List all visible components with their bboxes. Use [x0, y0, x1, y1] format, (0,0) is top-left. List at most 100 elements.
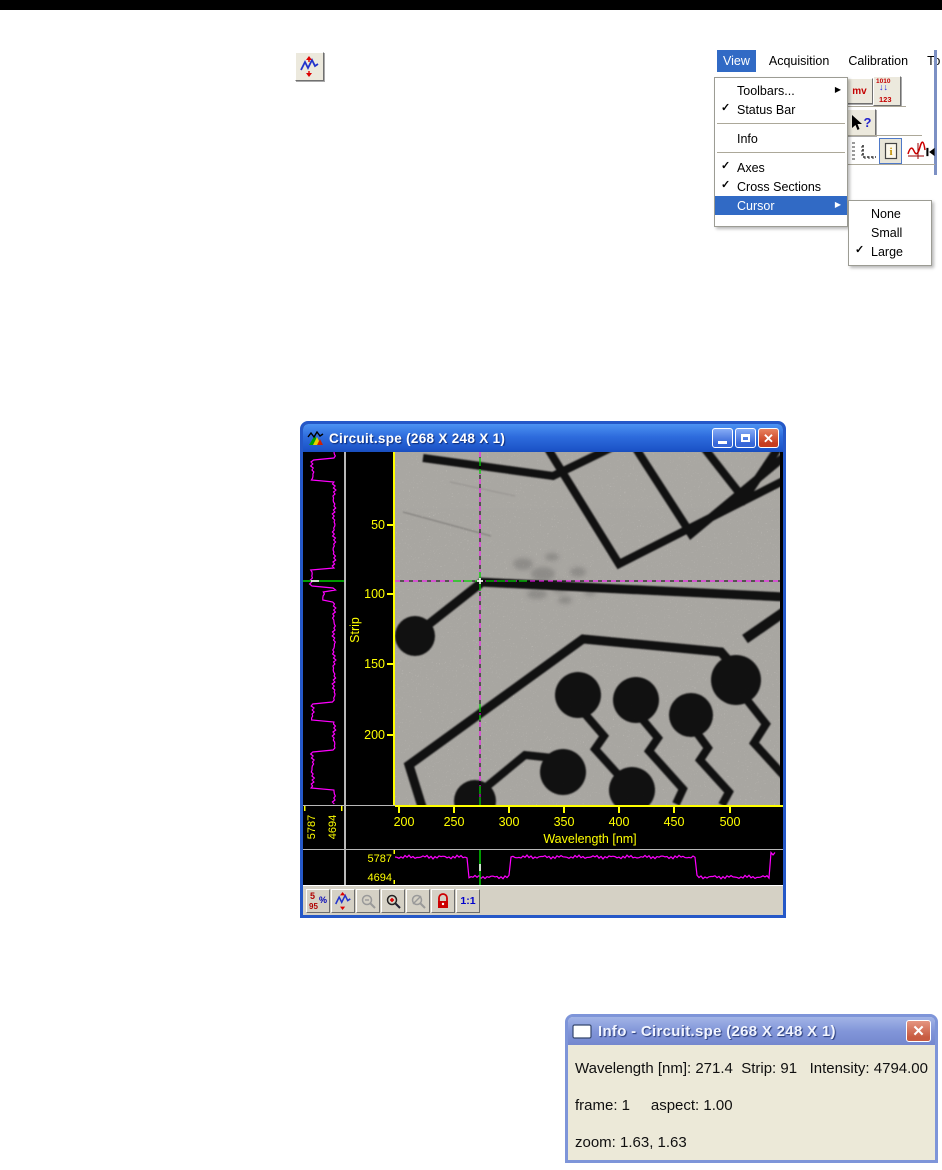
lock-icon — [438, 892, 448, 908]
menu-item-cross-sections[interactable]: ✓ Cross Sections — [715, 177, 847, 196]
menu-item-info[interactable]: Info — [715, 129, 847, 148]
circuit-window-title: Circuit.spe (268 X 248 X 1) — [329, 430, 506, 446]
zoom-out-button[interactable] — [356, 889, 380, 913]
minimize-button[interactable] — [712, 428, 733, 448]
menu-view[interactable]: View — [717, 50, 756, 72]
context-help-button[interactable]: ? — [846, 109, 876, 136]
media-begin-icon — [926, 147, 935, 156]
one-to-one-button[interactable]: 1:1 — [456, 889, 480, 913]
x-tick-250: 250 — [444, 815, 465, 829]
axes-toggle-button[interactable] — [857, 140, 879, 163]
info-body: Wavelength [nm]: 271.4 Strip: 91 Intensi… — [568, 1045, 935, 1160]
info-toggle-button[interactable]: i — [879, 138, 902, 164]
v-profile-max-label: 5787 — [306, 815, 318, 839]
menu-tools-clipped[interactable]: To — [921, 50, 942, 72]
cross-sections-icon — [300, 56, 319, 77]
menu-separator — [717, 123, 845, 125]
submenu-item-large[interactable]: ✓ Large — [849, 242, 931, 261]
y-tick-50: 50 — [371, 518, 385, 532]
cursor-submenu: None Small ✓ Large — [848, 200, 932, 266]
convert-bottom-label: 123 — [879, 95, 892, 104]
circuit-window-content: 50 100 150 200 Strip 5787 4694 200 250 3… — [303, 452, 783, 915]
menu-item-toolbars[interactable]: Toolbars... ▶ — [715, 81, 847, 100]
info-window-title: Info - Circuit.spe (268 X 248 X 1) — [598, 1022, 836, 1040]
pct-sign-label: % — [318, 895, 327, 905]
circuit-titlebar[interactable]: Circuit.spe (268 X 248 X 1) ✕ — [303, 424, 783, 452]
info-line-readout: Wavelength [nm]: 271.4 Strip: 91 Intensi… — [575, 1060, 928, 1077]
submenu-item-none-label: None — [871, 206, 901, 221]
menu-item-cross-sections-label: Cross Sections — [737, 179, 822, 194]
info-close-button[interactable]: ✕ — [906, 1020, 931, 1042]
image-canvas[interactable] — [395, 452, 780, 805]
info-line-frame-aspect: frame: 1 aspect: 1.00 — [575, 1097, 733, 1114]
x-tick-300: 300 — [499, 815, 520, 829]
x-tick-350: 350 — [554, 815, 575, 829]
circuit-window: Circuit.spe (268 X 248 X 1) ✕ 50 100 150… — [300, 421, 786, 918]
v-profile-cursor-gap — [311, 580, 319, 582]
x-tick-500: 500 — [720, 815, 741, 829]
v-profile-curve — [308, 452, 337, 805]
view-dropdown-menu: Toolbars... ▶ ✓ Status Bar Info ✓ Axes ✓… — [714, 77, 848, 227]
menu-item-cursor[interactable]: Cursor ▶ — [715, 196, 847, 215]
x-tick-200: 200 — [394, 815, 415, 829]
submenu-item-small-label: Small — [871, 225, 903, 240]
h-profile-curve — [394, 850, 776, 880]
x-axis-panel: 5787 4694 200 250 300 350 400 450 500 Wa… — [303, 805, 783, 846]
menu-item-toolbars-label: Toolbars... — [737, 83, 795, 98]
h-profile-max-label: 5787 — [368, 853, 392, 865]
info-titlebar[interactable]: Info - Circuit.spe (268 X 248 X 1) ✕ — [568, 1017, 935, 1045]
arrow-cursor-icon — [851, 114, 862, 130]
submenu-item-large-label: Large — [871, 244, 903, 259]
document-icon — [572, 1023, 592, 1039]
one-to-one-label: 1:1 — [460, 895, 476, 907]
x-tick-400: 400 — [609, 815, 630, 829]
maximize-button[interactable] — [735, 428, 756, 448]
check-icon: ✓ — [721, 160, 731, 172]
menu-item-status-bar[interactable]: ✓ Status Bar — [715, 100, 847, 119]
pct-top-label: 5 — [310, 891, 316, 901]
toolbar-edge-line2 — [846, 135, 922, 136]
convert-arrows-icon: ↓↓ — [879, 82, 888, 92]
mv-button[interactable]: mv — [846, 78, 873, 104]
axes-icon — [861, 144, 876, 159]
x-tick-450: 450 — [664, 815, 685, 829]
toolbar-grip — [852, 142, 855, 162]
zoom-out-icon — [361, 894, 376, 909]
toolbar-edge-line3 — [846, 164, 935, 165]
menu-item-info-label: Info — [737, 131, 758, 146]
page: View Acquisition Calibration To mv 1010 … — [0, 0, 942, 1170]
convert-123-button[interactable]: 1010 ↓↓ 123 — [873, 76, 901, 106]
menu-separator — [717, 152, 845, 154]
cross-sections-icon — [335, 892, 351, 910]
submenu-item-small[interactable]: Small — [849, 223, 931, 242]
percentile-scale-button[interactable]: 5 95 % — [306, 889, 330, 913]
spe-app-icon — [307, 430, 324, 445]
submenu-item-none[interactable]: None — [849, 204, 931, 223]
image-grain — [395, 452, 780, 805]
cross-sections-button[interactable] — [295, 52, 324, 81]
zoom-in-button[interactable] — [381, 889, 405, 913]
horizontal-profile-panel[interactable]: 5787 4694 — [303, 850, 783, 885]
info-line-zoom: zoom: 1.63, 1.63 — [575, 1134, 687, 1151]
h-profile-min-label: 4694 — [368, 872, 392, 884]
check-icon: ✓ — [721, 102, 731, 114]
zoom-region-button[interactable] — [406, 889, 430, 913]
autoscale-cross-sections-button[interactable] — [331, 889, 355, 913]
check-icon: ✓ — [721, 179, 731, 191]
close-button[interactable]: ✕ — [758, 428, 779, 448]
go-to-start-button[interactable] — [925, 140, 936, 163]
zoom-toolbar: 5 95 % 1:1 — [303, 885, 783, 915]
y-axis-label: Strip — [348, 617, 362, 643]
menu-item-axes[interactable]: ✓ Axes — [715, 158, 847, 177]
svg-text:i: i — [889, 146, 892, 158]
vertical-profile-panel[interactable] — [303, 452, 344, 805]
cross-section-red-icon — [906, 141, 926, 159]
x-axis-label: Wavelength [nm] — [543, 832, 636, 846]
menu-calibration[interactable]: Calibration — [842, 50, 914, 72]
zoom-region-icon — [411, 894, 426, 909]
y-tick-100: 100 — [364, 587, 385, 601]
menu-acquisition[interactable]: Acquisition — [763, 50, 835, 72]
menu-item-cursor-label: Cursor — [737, 198, 775, 213]
zoom-lock-button[interactable] — [431, 889, 455, 913]
toolbar-edge-line — [846, 106, 906, 107]
